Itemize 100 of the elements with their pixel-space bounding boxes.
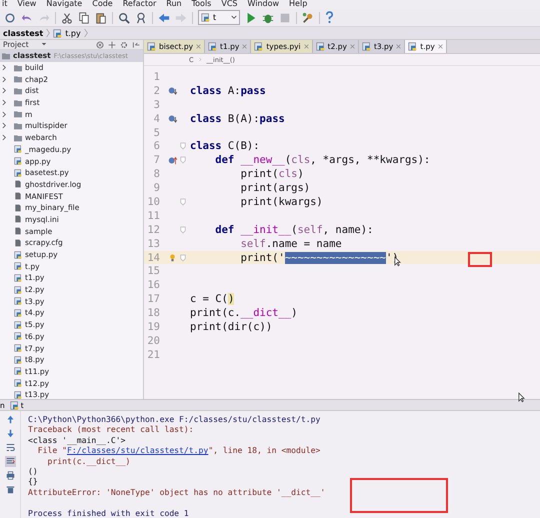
- override-up-icon[interactable]: [168, 156, 177, 165]
- line-number: 3: [152, 98, 160, 111]
- chevron-icon: [46, 28, 50, 38]
- close-icon[interactable]: [304, 44, 309, 49]
- line-number: 9: [152, 182, 160, 194]
- menu-item[interactable]: Run: [166, 0, 182, 9]
- python-file-icon: [14, 297, 22, 306]
- console-line: print(c.__dict__): [46, 456, 130, 466]
- python-file-icon: [14, 367, 22, 376]
- trash-icon[interactable]: [4, 484, 16, 496]
- menu-item[interactable]: Refactor: [122, 0, 156, 9]
- run-icon[interactable]: [245, 12, 257, 24]
- line-number: 1: [152, 70, 160, 83]
- back-arrow-icon[interactable]: [158, 12, 170, 24]
- line-number: 8: [152, 168, 160, 180]
- console-line: (): [28, 466, 38, 476]
- code-line: print(cls): [240, 168, 304, 180]
- python-file-icon: [14, 356, 22, 364]
- implemented-down-icon[interactable]: [168, 114, 177, 124]
- print-icon[interactable]: [4, 470, 16, 482]
- python-file-icon: [14, 286, 22, 294]
- line-number: 12: [146, 224, 160, 236]
- line-number: 2: [152, 84, 160, 97]
- line-number: 15: [146, 265, 160, 278]
- line-number: 7: [152, 154, 160, 166]
- menu-item[interactable]: View: [17, 0, 36, 9]
- copy-icon[interactable]: [78, 12, 90, 24]
- line-number: 13: [146, 238, 160, 250]
- code-line: print(kwargs): [240, 196, 323, 208]
- line-number: 18: [146, 307, 160, 320]
- run-config-dropdown[interactable]: t: [198, 10, 240, 25]
- console-line: <class '__main__.C'>: [28, 434, 126, 445]
- chevron-icon: [84, 28, 88, 38]
- scroll-end-icon[interactable]: [4, 456, 16, 468]
- code-line: def __new__(cls, *args, **kwargs):: [214, 154, 430, 166]
- close-icon[interactable]: [396, 44, 402, 49]
- close-icon[interactable]: [350, 44, 355, 49]
- line-number: 6: [152, 140, 160, 152]
- annotation-rect: [468, 252, 492, 267]
- python-file-icon: [14, 145, 22, 154]
- python-file-icon: [14, 262, 22, 270]
- bug-icon[interactable]: [262, 12, 274, 24]
- cut-icon[interactable]: [61, 12, 73, 24]
- code-line: print(dir(c)): [190, 320, 272, 333]
- menu-item[interactable]: Navigate: [46, 0, 82, 9]
- code-line: print(c.__dict__): [190, 307, 298, 320]
- python-file-icon: [208, 42, 218, 51]
- close-icon[interactable]: [242, 44, 248, 49]
- python-file-icon: [408, 42, 418, 51]
- python-file-icon: [362, 42, 371, 51]
- line-number: 4: [152, 112, 160, 125]
- help-icon[interactable]: [325, 11, 334, 24]
- console-line: AttributeError: 'NoneType' object has no attribute '__dict__': [28, 486, 326, 497]
- python-file-icon: [14, 379, 22, 388]
- bulb-icon[interactable]: [168, 253, 177, 262]
- code-line: def __init__(self, name):: [214, 224, 374, 236]
- menu-item[interactable]: Window: [247, 0, 280, 9]
- fold-marker-icon[interactable]: [180, 156, 186, 164]
- python-file-icon: [14, 344, 22, 352]
- code-line: class C(B):: [190, 140, 260, 152]
- code-line: class B(A):pass: [190, 112, 285, 125]
- python-file-icon: [14, 274, 22, 282]
- close-icon[interactable]: [438, 44, 443, 49]
- python-file-icon: [316, 42, 325, 51]
- paste-icon[interactable]: [95, 12, 107, 24]
- console-line: File "F:/classes/stu/classtest/t.py", line 18, in <module>: [36, 445, 320, 456]
- line-number: 14: [146, 252, 160, 264]
- code-line: print(args): [240, 182, 310, 194]
- python-file-icon: [14, 168, 22, 177]
- fold-marker-icon[interactable]: [180, 226, 186, 234]
- breadcrumb-item[interactable]: classtest: [3, 28, 44, 38]
- python-file-icon: [14, 320, 22, 329]
- python-file-icon: [14, 332, 22, 340]
- console-line: {}: [28, 476, 38, 486]
- python-file-icon: [14, 157, 22, 166]
- down-arrow-icon[interactable]: [4, 428, 16, 440]
- line-number: 21: [146, 348, 160, 361]
- menu-item[interactable]: Help: [289, 0, 308, 9]
- implemented-down-icon[interactable]: [168, 86, 177, 96]
- fold-marker-icon[interactable]: [180, 254, 186, 262]
- line-number: 5: [152, 126, 160, 138]
- python-file-icon: [14, 250, 22, 259]
- menu-item[interactable]: Tools: [192, 0, 212, 9]
- fold-marker-icon[interactable]: [180, 198, 186, 206]
- up-arrow-icon[interactable]: [4, 414, 16, 426]
- breadcrumb-item[interactable]: t.py: [65, 28, 81, 38]
- fold-marker-icon[interactable]: [180, 142, 186, 150]
- code-line: self.name = name: [240, 238, 342, 250]
- python-file-icon: [147, 42, 156, 51]
- menu-item[interactable]: Code: [92, 0, 113, 9]
- wrap-icon[interactable]: [4, 442, 16, 454]
- line-number: 19: [146, 320, 160, 333]
- mouse-pointer-icon: [518, 392, 525, 403]
- caret-icon: [40, 42, 47, 47]
- menu-item[interactable]: VCS: [221, 0, 238, 9]
- menu-item[interactable]: it: [2, 0, 8, 9]
- python-file-icon: [201, 13, 210, 22]
- console-line: Traceback (most recent call last):: [28, 424, 194, 434]
- close-icon[interactable]: [196, 44, 202, 49]
- python-file-icon: [254, 42, 264, 51]
